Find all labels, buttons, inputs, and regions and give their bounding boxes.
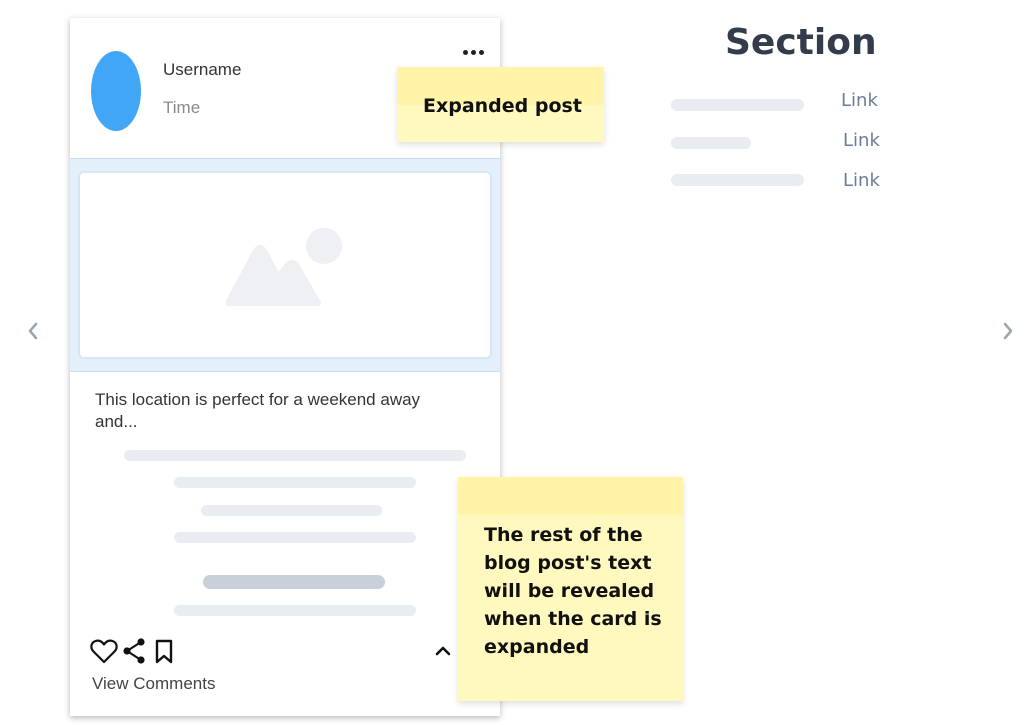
sticky-strip <box>458 477 683 515</box>
text-placeholder-line <box>201 505 382 516</box>
chevron-right-icon[interactable] <box>1001 321 1015 341</box>
image-placeholder-icon <box>226 228 342 306</box>
bookmark-icon[interactable] <box>154 639 174 665</box>
view-comments-link[interactable]: View Comments <box>92 674 215 694</box>
image-placeholder <box>78 171 492 359</box>
sticky-note-expanded: Expanded post <box>397 67 604 142</box>
sticky-note-text: The rest of the blog post's text will be… <box>484 524 662 658</box>
section-link[interactable]: Link <box>841 90 878 111</box>
text-placeholder-line <box>124 450 466 461</box>
username[interactable]: Username <box>163 60 241 80</box>
section-title: Section <box>725 22 877 63</box>
chevron-left-icon[interactable] <box>26 321 40 341</box>
share-icon[interactable] <box>121 637 147 665</box>
post-time: Time <box>163 98 201 117</box>
sticky-note-reveal: The rest of the blog post's text will be… <box>458 477 683 701</box>
chevron-up-icon[interactable] <box>434 643 452 657</box>
more-horizontal-icon[interactable] <box>460 42 490 62</box>
section-placeholder-line <box>671 174 804 186</box>
text-placeholder-line <box>174 605 416 616</box>
post-media <box>70 158 500 372</box>
avatar[interactable] <box>91 51 141 131</box>
section-link[interactable]: Link <box>843 130 880 151</box>
read-more-placeholder[interactable] <box>203 575 385 589</box>
section-placeholder-line <box>671 137 751 149</box>
heart-icon[interactable] <box>90 638 118 664</box>
text-placeholder-line <box>174 477 416 488</box>
sticky-note-text: Expanded post <box>423 95 582 117</box>
text-placeholder-line <box>174 532 416 543</box>
section-placeholder-line <box>671 99 804 111</box>
post-excerpt: This location is perfect for a weekend a… <box>95 390 421 431</box>
section-link[interactable]: Link <box>843 170 880 191</box>
